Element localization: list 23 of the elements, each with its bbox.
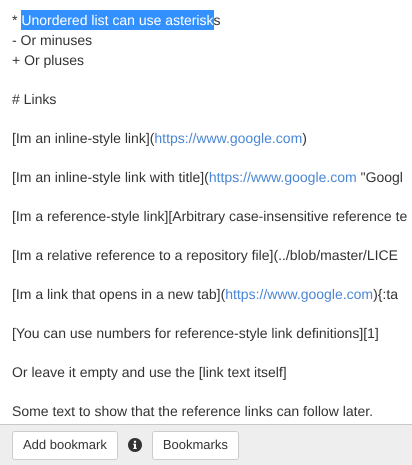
url-text: https://www.google.com xyxy=(225,285,374,304)
toolbar-button[interactable]: Add bookmark xyxy=(12,430,118,460)
editor-text: [Im a link that opens in a new tab]( xyxy=(12,285,226,304)
editor-text: s xyxy=(214,11,221,30)
editor-text: [You can use numbers for reference-style link definitions][1] xyxy=(12,324,379,343)
editor-text: Some text to show that the reference links can follow later. xyxy=(12,402,374,421)
editor-text: [Im an inline-style link with title]( xyxy=(12,168,209,187)
selected-text: Unordered list can use asterisk xyxy=(21,10,214,30)
editor-text: [Im a relative reference to a repository file](../blob/master/LICE xyxy=(12,246,398,265)
editor-text: ){:ta xyxy=(373,285,398,304)
editor-text: [Im a reference-style link][Arbitrary case-insensitive reference te xyxy=(12,207,408,226)
editor-text: + Or pluses xyxy=(12,51,84,70)
url-text: https://www.google.com xyxy=(208,168,357,187)
toolbar-button[interactable]: Bookmarks xyxy=(152,430,239,460)
editor-text: * xyxy=(12,11,18,30)
editor-text: - Or minuses xyxy=(12,31,92,50)
info-icon[interactable] xyxy=(128,438,142,452)
editor-text: Or leave it empty and use the [link text itself] xyxy=(12,363,287,382)
url-text: https://www.google.com xyxy=(154,129,302,148)
editor-text: "Googl xyxy=(360,168,403,187)
editor-text: [Im an inline-style link]( xyxy=(12,129,154,148)
editor-text: ) xyxy=(302,129,307,148)
editor-text: # Links xyxy=(12,90,56,109)
